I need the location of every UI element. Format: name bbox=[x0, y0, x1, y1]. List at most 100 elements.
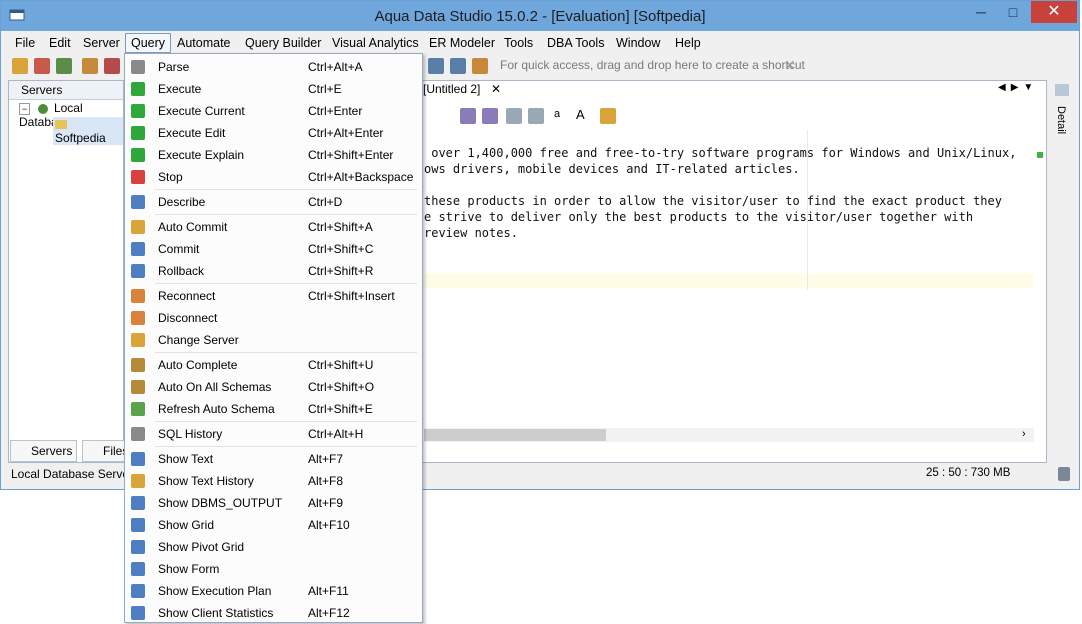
menu-item-label: Show Text bbox=[158, 452, 214, 466]
menu-item-execute-current[interactable]: Execute Current Ctrl+Enter bbox=[125, 100, 422, 122]
menu-item-execute-explain[interactable]: Execute Explain Ctrl+Shift+Enter bbox=[125, 144, 422, 166]
menu-item-reconnect[interactable]: Reconnect Ctrl+Shift+Insert bbox=[125, 285, 422, 307]
scroll-right-icon[interactable]: › bbox=[1022, 428, 1026, 440]
menu-item-show-text-history[interactable]: Show Text History Alt+F8 bbox=[125, 470, 422, 492]
menu-item-shortcut: Ctrl+Shift+Insert bbox=[308, 289, 395, 303]
menu-dba-tools[interactable]: DBA Tools bbox=[542, 35, 609, 51]
redo-icon[interactable] bbox=[482, 108, 498, 124]
tree-item-softpedia[interactable]: Softpedia bbox=[53, 117, 123, 145]
tab-navigation-icons[interactable]: ◀▶▼ bbox=[998, 82, 1038, 93]
menu-item-label: Auto Complete bbox=[158, 358, 238, 372]
menu-separator bbox=[155, 283, 417, 284]
menu-separator bbox=[155, 214, 417, 215]
menu-item-show-client-statistics[interactable]: Show Client Statistics Alt+F12 bbox=[125, 602, 422, 624]
scrollbar-thumb[interactable] bbox=[424, 429, 606, 441]
menu-item-auto-on-all-schemas[interactable]: Auto On All Schemas Ctrl+Shift+O bbox=[125, 376, 422, 398]
quick-access-close-icon[interactable]: ✕ bbox=[784, 57, 796, 74]
menu-item-label: Parse bbox=[158, 60, 190, 74]
menu-item-change-server[interactable]: Change Server bbox=[125, 329, 422, 351]
menu-visual-analytics[interactable]: Visual Analytics bbox=[327, 35, 424, 51]
tree-collapse-icon[interactable]: − bbox=[19, 103, 31, 115]
servers-header-label: Servers bbox=[21, 83, 63, 97]
menu-query-builder[interactable]: Query Builder bbox=[240, 35, 326, 51]
menu-item-show-grid[interactable]: Show Grid Alt+F10 bbox=[125, 514, 422, 536]
menu-item-show-form[interactable]: Show Form bbox=[125, 558, 422, 580]
open-script-icon[interactable] bbox=[34, 58, 50, 74]
form-icon bbox=[131, 562, 145, 576]
search-icon[interactable] bbox=[600, 108, 616, 124]
commit-icon bbox=[131, 242, 145, 256]
tab-untitled-2[interactable]: [Untitled 2] bbox=[423, 82, 480, 96]
menu-item-commit[interactable]: Commit Ctrl+Shift+C bbox=[125, 238, 422, 260]
menu-file[interactable]: File bbox=[10, 35, 40, 51]
maximize-button[interactable]: □ bbox=[997, 1, 1029, 23]
detail-panel-icon[interactable] bbox=[1055, 84, 1069, 96]
tab-close-icon[interactable]: ✕ bbox=[491, 82, 501, 96]
menu-item-shortcut: Ctrl+D bbox=[308, 195, 343, 209]
code-line[interactable]: over 1,400,000 free and free-to-try soft… bbox=[424, 146, 1016, 160]
replace-icon[interactable] bbox=[528, 108, 544, 124]
menu-item-shortcut: Ctrl+Enter bbox=[308, 104, 363, 118]
menu-server[interactable]: Server bbox=[78, 35, 125, 51]
menu-er-modeler[interactable]: ER Modeler bbox=[424, 35, 500, 51]
schema-icon[interactable] bbox=[56, 58, 72, 74]
menu-item-shortcut: Ctrl+Alt+A bbox=[308, 60, 363, 74]
menu-item-refresh-auto-schema[interactable]: Refresh Auto Schema Ctrl+Shift+E bbox=[125, 398, 422, 420]
menu-item-shortcut: Ctrl+Shift+O bbox=[308, 380, 375, 394]
menu-item-stop[interactable]: Stop Ctrl+Alt+Backspace bbox=[125, 166, 422, 188]
horizontal-scrollbar[interactable] bbox=[424, 428, 1034, 442]
undo-icon[interactable] bbox=[460, 108, 476, 124]
disconnect-icon bbox=[131, 311, 145, 325]
chart-view-icon[interactable] bbox=[472, 58, 488, 74]
menu-item-auto-commit[interactable]: Auto Commit Ctrl+Shift+A bbox=[125, 216, 422, 238]
code-line[interactable]: ows drivers, mobile devices and IT-relat… bbox=[424, 162, 800, 176]
font-smaller-icon[interactable]: a bbox=[554, 108, 560, 120]
code-line[interactable]: these products in order to allow the vis… bbox=[424, 194, 1002, 208]
menu-item-label: Show Pivot Grid bbox=[158, 540, 245, 554]
menu-item-show-dbms-output[interactable]: Show DBMS_OUTPUT Alt+F9 bbox=[125, 492, 422, 514]
menu-window[interactable]: Window bbox=[611, 35, 665, 51]
menu-item-execute-edit[interactable]: Execute Edit Ctrl+Alt+Enter bbox=[125, 122, 422, 144]
code-line[interactable]: review notes. bbox=[424, 226, 518, 240]
menu-item-label: Show Client Statistics bbox=[158, 606, 274, 620]
layout-icon[interactable] bbox=[428, 58, 444, 74]
menu-item-parse[interactable]: Parse Ctrl+Alt+A bbox=[125, 56, 422, 78]
table-view-icon[interactable] bbox=[450, 58, 466, 74]
find-icon[interactable] bbox=[506, 108, 522, 124]
tool-icon[interactable] bbox=[82, 58, 98, 74]
menu-item-show-text[interactable]: Show Text Alt+F7 bbox=[125, 448, 422, 470]
execute-current-icon bbox=[131, 104, 145, 118]
menu-tools[interactable]: Tools bbox=[499, 35, 538, 51]
tab-servers[interactable]: Servers bbox=[10, 440, 78, 462]
servers-header: Servers bbox=[9, 81, 123, 100]
menu-item-show-execution-plan[interactable]: Show Execution Plan Alt+F11 bbox=[125, 580, 422, 602]
menu-item-disconnect[interactable]: Disconnect bbox=[125, 307, 422, 329]
menu-help[interactable]: Help bbox=[670, 35, 706, 51]
new-script-icon[interactable] bbox=[12, 58, 28, 74]
minimize-button[interactable]: ─ bbox=[965, 1, 997, 23]
status-text: Local Database Servers bbox=[11, 467, 140, 481]
menu-query[interactable]: Query bbox=[125, 33, 172, 53]
menu-item-label: SQL History bbox=[158, 427, 223, 441]
grid-icon bbox=[131, 518, 145, 532]
menu-item-auto-complete[interactable]: Auto Complete Ctrl+Shift+U bbox=[125, 354, 422, 376]
menu-item-rollback[interactable]: Rollback Ctrl+Shift+R bbox=[125, 260, 422, 282]
menu-item-shortcut: Ctrl+Alt+Backspace bbox=[308, 170, 414, 184]
editor-toolbar: a A bbox=[424, 104, 624, 128]
font-larger-icon[interactable]: A bbox=[576, 107, 585, 122]
garbage-collect-icon[interactable] bbox=[1058, 467, 1070, 481]
menu-item-describe[interactable]: Describe Ctrl+D bbox=[125, 191, 422, 213]
menu-edit[interactable]: Edit bbox=[44, 35, 76, 51]
menu-item-shortcut: Ctrl+Alt+Enter bbox=[308, 126, 384, 140]
menu-item-execute[interactable]: Execute Ctrl+E bbox=[125, 78, 422, 100]
menu-item-shortcut: Ctrl+Shift+E bbox=[308, 402, 373, 416]
code-line[interactable]: e strive to deliver only the best produc… bbox=[424, 210, 973, 224]
menu-item-label: Execute bbox=[158, 82, 202, 96]
menu-item-show-pivot-grid[interactable]: Show Pivot Grid bbox=[125, 536, 422, 558]
menu-item-sql-history[interactable]: SQL History Ctrl+Alt+H bbox=[125, 423, 422, 445]
menu-automate[interactable]: Automate bbox=[172, 35, 236, 51]
detail-panel-label[interactable]: Detail bbox=[1055, 106, 1067, 134]
menu-item-label: Show Form bbox=[158, 562, 220, 576]
close-button[interactable]: ✕ bbox=[1031, 1, 1077, 23]
grid-tool-icon[interactable] bbox=[104, 58, 120, 74]
